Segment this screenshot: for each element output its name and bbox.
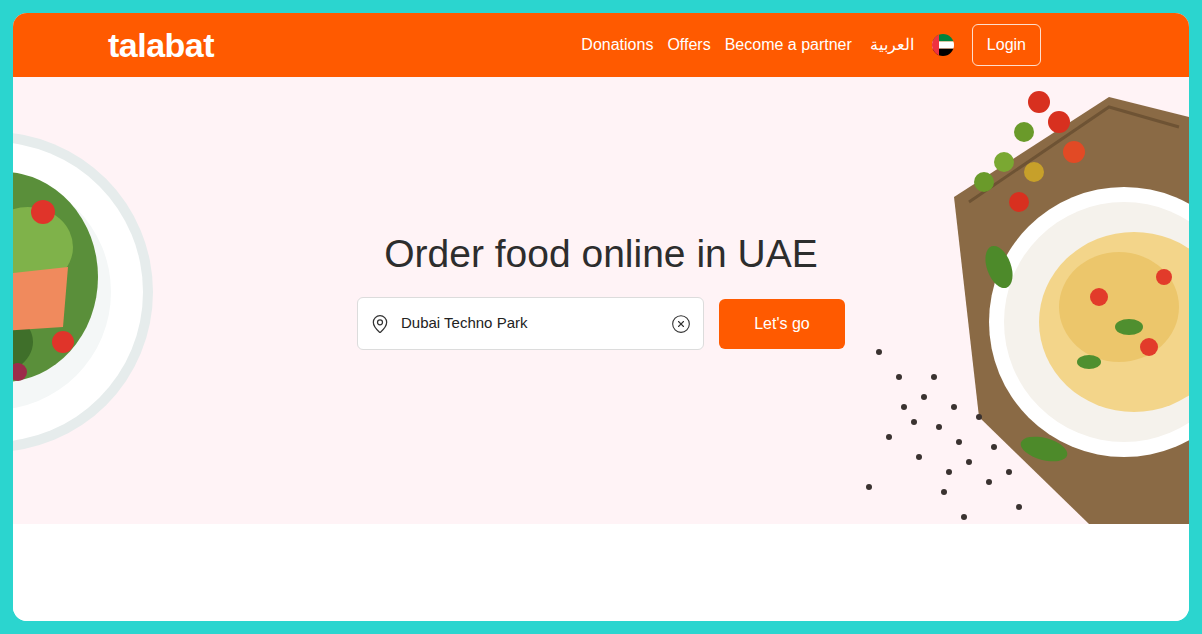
nav-link[interactable]: Become a partner — [725, 33, 852, 57]
talabat-logo[interactable]: talabat — [108, 28, 214, 62]
site-window: talabat Donations Offers Become a partner ال… — [13, 13, 1189, 621]
hero: Order food online in UAE Dubai Techno Par… — [13, 77, 1189, 524]
login-button[interactable]: Login — [972, 24, 1041, 66]
page: talabat Donations Offers Become a partner ال… — [0, 0, 1202, 634]
content-area — [13, 524, 1189, 621]
nav-link[interactable]: Offers — [667, 33, 710, 57]
location-field[interactable]: Dubai Techno Park — [357, 297, 704, 350]
search-row: Dubai Techno Park Let's go — [357, 297, 845, 350]
location-value[interactable]: Dubai Techno Park — [401, 312, 660, 335]
hero-title: Order food online in UAE — [384, 230, 818, 278]
top-bar: talabat Donations Offers Become a partner ال… — [13, 13, 1189, 77]
pasta-photo — [859, 77, 1189, 524]
uae-flag-icon[interactable] — [932, 34, 954, 56]
top-nav: Donations Offers Become a partner العربية Lo… — [581, 24, 1041, 66]
lets-go-button[interactable]: Let's go — [719, 299, 845, 349]
clear-icon[interactable] — [671, 314, 691, 334]
language-link[interactable]: العربية — [870, 33, 914, 57]
salad-photo — [13, 127, 163, 457]
location-pin-icon — [370, 314, 390, 334]
nav-link[interactable]: Donations — [581, 33, 653, 57]
